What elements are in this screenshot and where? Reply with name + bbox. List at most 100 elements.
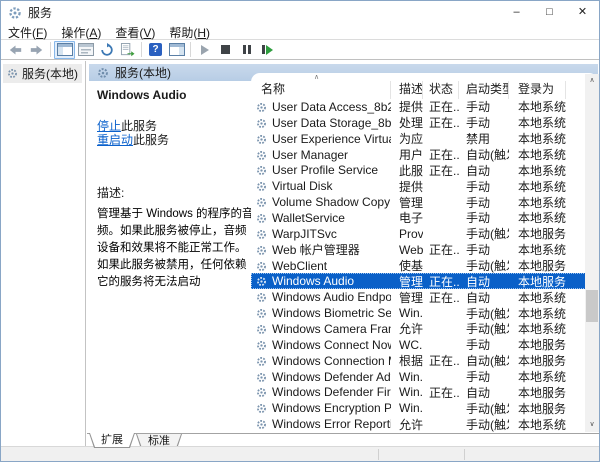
services-gear-icon — [8, 6, 22, 20]
service-name: WebClient — [272, 259, 327, 273]
restart-icon — [262, 45, 273, 55]
service-logon-cell: 本地服务 — [509, 352, 566, 369]
forward-button[interactable] — [26, 41, 47, 59]
stop-service-button[interactable] — [215, 41, 236, 59]
service-gear-icon — [256, 197, 267, 208]
table-row[interactable]: Windows Connection Ma... 根据... 正在... 自动(… — [251, 353, 598, 369]
table-row[interactable]: Windows Audio Endpoint... 管理 ... 正在... 自… — [251, 289, 598, 305]
service-startup-cell: 手动(触发... — [459, 320, 509, 337]
service-gear-icon — [256, 403, 267, 414]
service-logon-cell: 本地系统 — [509, 130, 566, 147]
tree-item-services-local[interactable]: 服务(本地) — [3, 64, 82, 83]
service-status-cell: 正在... — [423, 98, 459, 115]
refresh-button[interactable] — [96, 41, 117, 59]
properties-button[interactable] — [75, 41, 96, 59]
table-row[interactable]: Web 帐户管理器 Web... 正在... 手动 本地系统 — [251, 242, 598, 258]
column-header-startup-type[interactable]: 启动类型 — [459, 81, 509, 99]
scroll-up-icon[interactable]: ∧ — [585, 74, 599, 88]
close-button[interactable]: ✕ — [566, 1, 599, 25]
service-logon-cell: 本地服务 — [509, 336, 566, 353]
restart-service-line: 重启动此服务 — [97, 133, 253, 147]
service-status-cell: 正在... — [423, 146, 459, 163]
table-row[interactable]: Windows Camera Frame ... 允许... 手动(触发... … — [251, 321, 598, 337]
status-bar — [1, 446, 599, 461]
table-row[interactable]: User Profile Service 此服... 正在... 自动 本地系统 — [251, 162, 598, 178]
service-startup-cell: 手动(触发... — [459, 305, 509, 322]
table-row[interactable]: WebClient 使基... 手动(触发... 本地服务 — [251, 258, 598, 274]
column-header-description[interactable]: 描述 — [391, 81, 423, 99]
service-gear-icon — [256, 261, 267, 272]
service-gear-icon — [256, 292, 267, 303]
stop-service-link[interactable]: 停止 — [97, 119, 121, 133]
service-description-cell: 允许... — [391, 320, 423, 337]
main-area: 服务(本地) 服务(本地) Windows Audio 停止此服务 重启动此服务… — [1, 61, 599, 448]
show-console-tree-button[interactable] — [54, 41, 75, 59]
table-row[interactable]: Virtual Disk 提供... 手动 本地系统 — [251, 178, 598, 194]
restart-service-link[interactable]: 重启动 — [97, 133, 133, 147]
action-pane-button[interactable] — [166, 41, 187, 59]
service-gear-icon — [256, 150, 267, 161]
pause-service-button[interactable] — [236, 41, 257, 59]
service-status-cell: 正在... — [423, 273, 459, 290]
column-header-logon-as[interactable]: 登录为 — [509, 81, 566, 99]
table-row[interactable]: User Manager 用户... 正在... 自动(触发... 本地系统 — [251, 147, 598, 163]
table-row[interactable]: Windows Error Reportin... 允许... 手动(触发...… — [251, 416, 598, 432]
service-description-cell: 提供... — [391, 178, 423, 195]
description-label: 描述: — [97, 184, 253, 201]
service-logon-cell: 本地系统 — [509, 209, 566, 226]
table-row[interactable]: WarpJITSvc Prov... 手动(触发... 本地服务 — [251, 226, 598, 242]
table-row[interactable]: Windows Audio 管理... 正在... 自动 本地服务 — [251, 273, 598, 289]
service-startup-cell: 自动 — [459, 289, 509, 306]
menu-view[interactable]: 查看(V) — [108, 24, 162, 41]
table-row[interactable]: Windows Connect Now -... WC... 手动 本地服务 — [251, 337, 598, 353]
menu-action[interactable]: 操作(A) — [54, 24, 108, 41]
column-header-name[interactable]: 名称 — [251, 81, 391, 99]
service-logon-cell: 本地服务 — [509, 384, 566, 401]
service-description-cell: 提供... — [391, 98, 423, 115]
minimize-button[interactable]: – — [500, 1, 533, 25]
service-status-cell: 正在... — [423, 162, 459, 179]
restart-service-button[interactable] — [257, 41, 278, 59]
scrollbar-thumb[interactable] — [586, 290, 598, 322]
selected-service-title: Windows Audio — [97, 88, 253, 102]
back-button[interactable] — [5, 41, 26, 59]
menu-help[interactable]: 帮助(H) — [162, 24, 217, 41]
maximize-button[interactable]: □ — [533, 1, 566, 25]
vertical-scrollbar[interactable]: ∧ ∨ — [585, 74, 599, 432]
export-list-button[interactable] — [117, 41, 138, 59]
service-startup-cell: 手动 — [459, 368, 509, 385]
service-description-cell: Prov... — [391, 227, 423, 241]
service-name: Windows Defender Adva... — [272, 370, 391, 384]
column-header-status[interactable]: 状态 — [423, 81, 459, 99]
window-title: 服务 — [28, 1, 52, 25]
service-description-cell: Win... — [391, 306, 423, 320]
service-startup-cell: 手动(触发... — [459, 400, 509, 417]
service-gear-icon — [256, 181, 267, 192]
table-row[interactable]: User Data Access_8b2095e 提供... 正在... 手动 … — [251, 99, 598, 115]
services-node-icon — [7, 68, 18, 79]
service-startup-cell: 手动(触发... — [459, 225, 509, 242]
toolbar-separator — [190, 42, 191, 57]
service-logon-cell: 本地系统 — [509, 416, 566, 433]
service-description-cell: 管理... — [391, 194, 423, 211]
table-row[interactable]: Windows Defender Adva... Win... 手动 本地系统 — [251, 369, 598, 385]
service-gear-icon — [256, 276, 267, 287]
start-service-button[interactable] — [194, 41, 215, 59]
tab-extended[interactable]: 扩展 — [89, 433, 135, 448]
scroll-down-icon[interactable]: ∨ — [585, 418, 599, 432]
table-row[interactable]: Volume Shadow Copy 管理... 手动 本地系统 — [251, 194, 598, 210]
service-startup-cell: 手动(触发... — [459, 257, 509, 274]
help-button[interactable]: ? — [145, 41, 166, 59]
service-description-cell: WC... — [391, 338, 423, 352]
table-row[interactable]: Windows Biometric Servi... Win... 手动(触发.… — [251, 305, 598, 321]
table-row[interactable]: Windows Defender Firew... Win... 正在... 自… — [251, 384, 598, 400]
stop-icon — [221, 45, 230, 54]
service-logon-cell: 本地系统 — [509, 146, 566, 163]
service-startup-cell: 手动 — [459, 114, 509, 131]
table-row[interactable]: WalletService 电子... 手动 本地系统 — [251, 210, 598, 226]
table-row[interactable]: Windows Encryption Pro... Win... 手动(触发..… — [251, 400, 598, 416]
service-description-cell: 管理 ... — [391, 289, 423, 306]
table-row[interactable]: User Data Storage_8b20... 处理... 正在... 手动… — [251, 115, 598, 131]
table-row[interactable]: User Experience Virtualiz... 为应... 禁用 本地… — [251, 131, 598, 147]
menu-file[interactable]: 文件(F) — [1, 24, 54, 41]
